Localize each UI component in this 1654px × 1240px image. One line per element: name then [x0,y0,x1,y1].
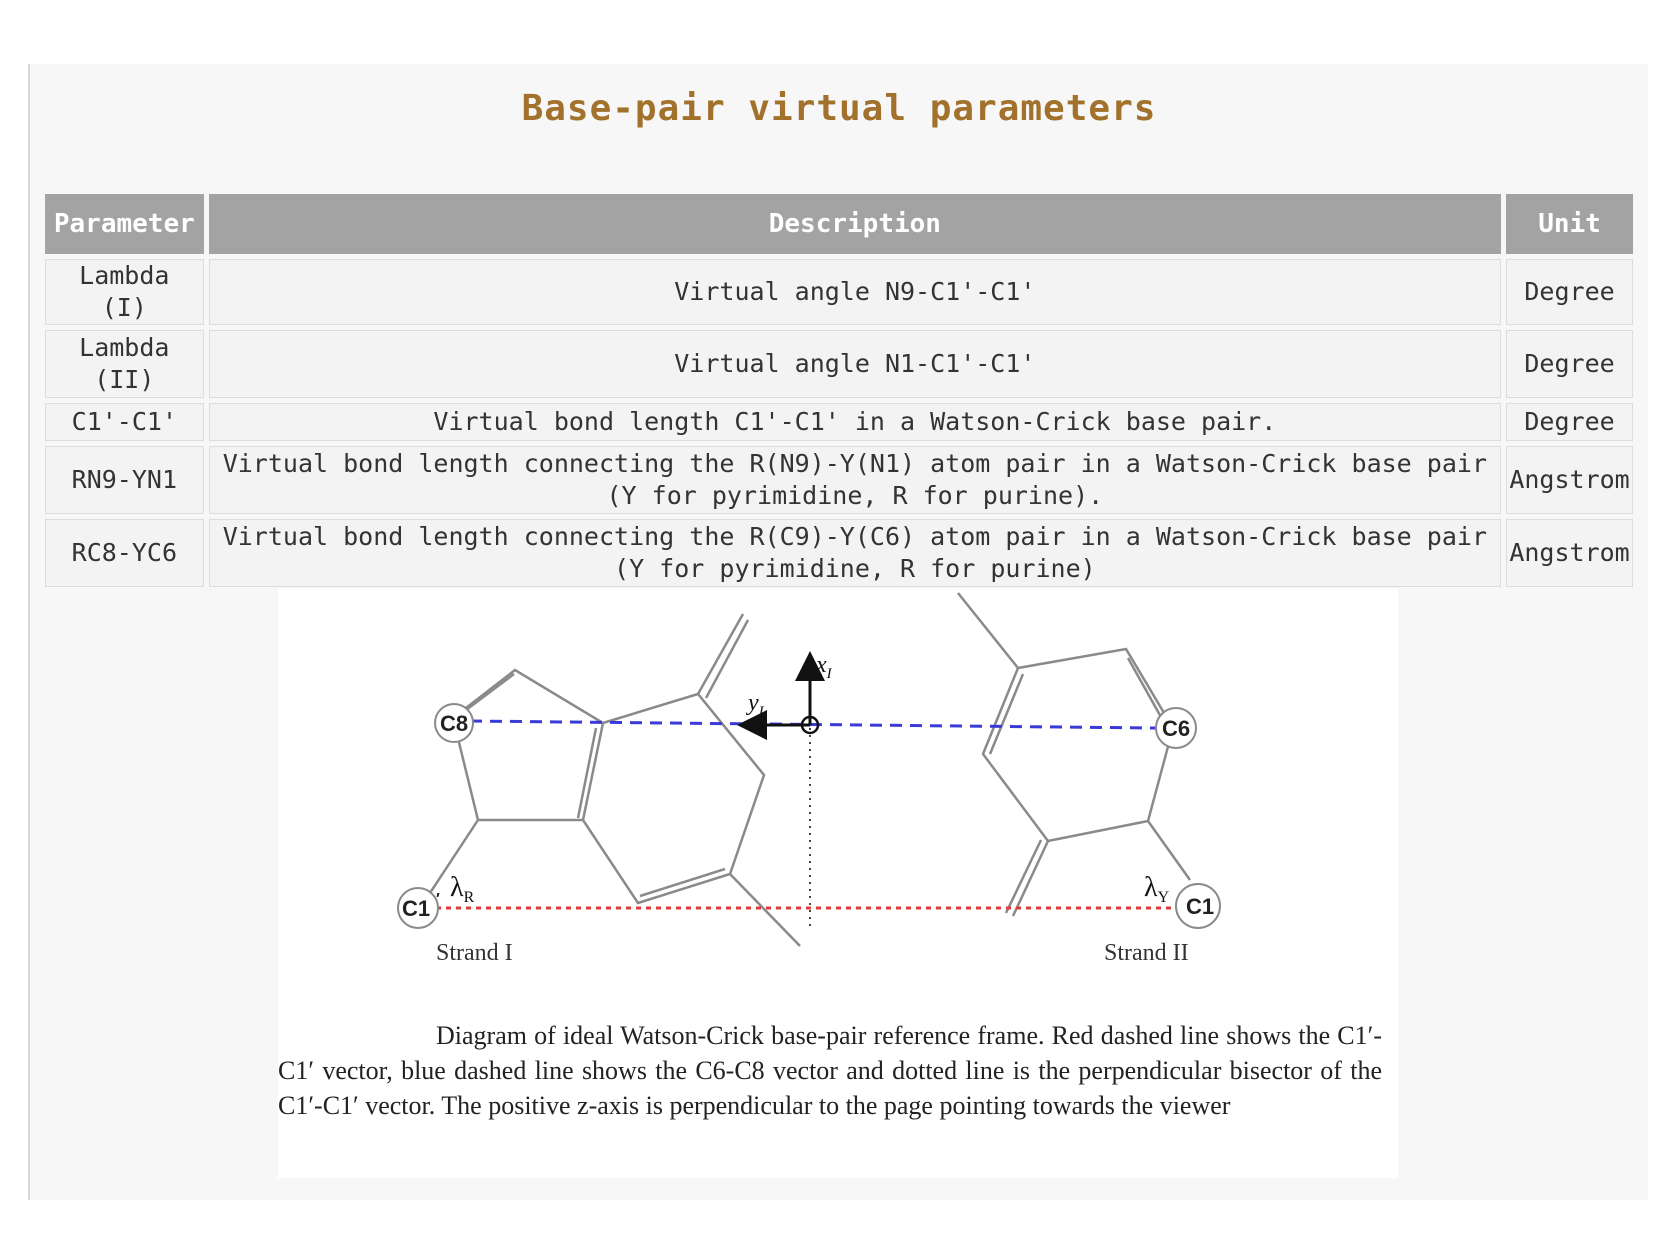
table-row: Lambda (II) Virtual angle N1-C1'-C1' Deg… [45,330,1633,398]
table-row: C1'-C1' Virtual bond length C1'-C1' in a… [45,403,1633,441]
table-row: Lambda (I) Virtual angle N9-C1'-C1' Degr… [45,259,1633,325]
purine-structure [426,613,801,947]
strand-2-label: Strand II [1104,940,1189,966]
parameter-cell: RN9-YN1 [45,446,204,514]
unit-cell: Angstrom [1506,519,1633,587]
svg-text:C8: C8 [440,711,468,736]
pyrimidine-structure [957,592,1192,917]
description-cell: Virtual bond length connecting the R(C9)… [208,519,1502,587]
description-cell: Virtual bond length connecting the R(N9)… [208,446,1502,514]
c6-c8-vector-line [469,719,1157,730]
description-cell: Virtual bond length C1'-C1' in a Watson-… [208,403,1502,441]
y-axis-label: yI [746,690,765,720]
parameter-cell: RC8-YC6 [45,519,204,587]
figure-caption-text: Diagram of ideal Watson-Crick base-pair … [278,1021,1382,1120]
description-cell: Virtual angle N9-C1'-C1' [208,259,1502,325]
svg-text:C1: C1 [402,896,430,921]
column-header-unit: Unit [1506,194,1633,254]
parameters-table: Parameter Description Unit Lambda (I) Vi… [40,189,1638,592]
parameter-cell: Lambda (I) [45,259,204,325]
base-pair-diagram: xI yI C8 C6 C1 ′ C1 λR λY Strand I Stran… [397,592,1221,966]
svg-text:C6: C6 [1162,716,1190,741]
unit-cell: Angstrom [1506,446,1633,514]
content-panel: Base-pair virtual parameters Parameter D… [28,64,1648,1200]
parameter-cell: C1'-C1' [45,403,204,441]
unit-cell: Degree [1506,403,1633,441]
atom-c6: C6 [1155,707,1197,749]
atom-c8: C8 [434,703,474,743]
lambda-r-label: λR [450,872,475,906]
lambda-y-label: λY [1144,872,1170,906]
table-header-row: Parameter Description Unit [45,194,1633,254]
x-axis-label: xI [815,652,833,682]
atom-c1-strand-2: C1 [1175,883,1221,929]
atom-c1-strand-1: C1 ′ [397,887,440,929]
page-title: Base-pair virtual parameters [521,88,1157,129]
parameter-cell: Lambda (II) [45,330,204,398]
svg-text:C1: C1 [1186,894,1214,919]
table-row: RC8-YC6 Virtual bond length connecting t… [45,519,1633,587]
figure-caption: Diagram of ideal Watson-Crick base-pair … [278,1018,1382,1123]
unit-cell: Degree [1506,330,1633,398]
table-row: RN9-YN1 Virtual bond length connecting t… [45,446,1633,514]
description-cell: Virtual angle N1-C1'-C1' [208,330,1502,398]
unit-cell: Degree [1506,259,1633,325]
strand-1-label: Strand I [436,940,513,966]
column-header-description: Description [208,194,1502,254]
column-header-parameter: Parameter [45,194,204,254]
svg-text:′: ′ [436,891,440,908]
base-pair-diagram-figure: xI yI C8 C6 C1 ′ C1 λR λY Strand I Stran… [278,588,1398,1178]
